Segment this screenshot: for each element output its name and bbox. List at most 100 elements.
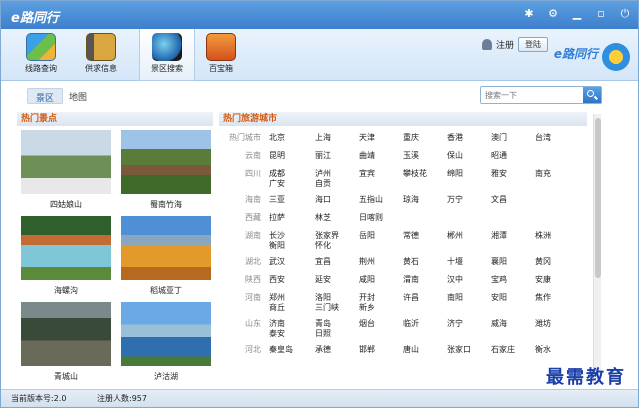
city-link[interactable]: 南充 — [535, 168, 551, 179]
city-link[interactable]: 玉溪 — [403, 150, 419, 161]
close-icon[interactable]: ⏻ — [618, 7, 632, 21]
city-link[interactable]: 汉中 — [447, 274, 463, 285]
tab-map[interactable]: 地图 — [61, 88, 95, 104]
city-link[interactable]: 西安 — [269, 274, 285, 285]
hot-spots-panel: 热门景点 四姑娘山 蜀南竹海 海螺沟 稻城亚丁 青城山 泸沽湖 — [17, 112, 213, 386]
city-link[interactable]: 临沂 — [403, 318, 419, 329]
city-link[interactable]: 五指山 — [359, 194, 383, 205]
city-link[interactable]: 林芝 — [315, 212, 331, 223]
spot-card[interactable]: 四姑娘山 — [21, 130, 111, 210]
city-link[interactable]: 三亚 — [269, 194, 285, 205]
vertical-scrollbar[interactable] — [593, 114, 601, 384]
city-link[interactable]: 宜宾 — [359, 168, 375, 179]
search-input[interactable] — [481, 87, 581, 103]
city-link[interactable]: 广安 — [269, 178, 285, 189]
spot-card[interactable]: 青城山 — [21, 302, 111, 382]
tool-scenic-search[interactable]: 景区搜索 — [139, 29, 195, 81]
spot-card[interactable]: 稻城亚丁 — [121, 216, 211, 296]
city-link[interactable]: 黄石 — [403, 256, 419, 267]
city-link[interactable]: 株洲 — [535, 230, 551, 241]
city-link[interactable]: 潍坊 — [535, 318, 551, 329]
city-link[interactable]: 昭通 — [491, 150, 507, 161]
city-link[interactable]: 宝鸡 — [491, 274, 507, 285]
city-link[interactable]: 宜昌 — [315, 256, 331, 267]
city-link[interactable]: 天津 — [359, 132, 375, 143]
city-link[interactable]: 万宁 — [447, 194, 463, 205]
province-label: 热门城市 — [229, 133, 261, 142]
city-link[interactable]: 商丘 — [269, 302, 285, 313]
city-link[interactable]: 绵阳 — [447, 168, 463, 179]
province-label: 湖北 — [245, 257, 261, 266]
scrollbar-thumb[interactable] — [595, 118, 601, 278]
city-link[interactable]: 琼海 — [403, 194, 419, 205]
city-link[interactable]: 威海 — [491, 318, 507, 329]
city-link[interactable]: 日喀则 — [359, 212, 383, 223]
pin-icon[interactable]: ✱ — [522, 7, 536, 21]
city-link[interactable]: 襄阳 — [491, 256, 507, 267]
city-link[interactable]: 延安 — [315, 274, 331, 285]
city-link[interactable]: 安阳 — [491, 292, 507, 303]
city-link[interactable]: 攀枝花 — [403, 168, 427, 179]
tab-scenic[interactable]: 景区 — [27, 88, 64, 104]
city-row: 四川 成都 泸州 宜宾 攀枝花 绵阳 雅安 南充 广安 自贡 — [219, 166, 587, 192]
city-link[interactable]: 渭南 — [403, 274, 419, 285]
city-link[interactable]: 三门峡 — [315, 302, 339, 313]
city-link[interactable]: 邯郸 — [359, 344, 375, 355]
city-link[interactable]: 唐山 — [403, 344, 419, 355]
city-link[interactable]: 湘潭 — [491, 230, 507, 241]
city-link[interactable]: 衡阳 — [269, 240, 285, 251]
city-link[interactable]: 秦皇岛 — [269, 344, 293, 355]
city-link[interactable]: 十堰 — [447, 256, 463, 267]
city-link[interactable]: 烟台 — [359, 318, 375, 329]
city-link[interactable]: 石家庄 — [491, 344, 515, 355]
city-link[interactable]: 重庆 — [403, 132, 419, 143]
city-link[interactable]: 拉萨 — [269, 212, 285, 223]
city-link[interactable]: 常德 — [403, 230, 419, 241]
search-button[interactable] — [583, 87, 601, 103]
city-link[interactable]: 保山 — [447, 150, 463, 161]
city-link[interactable]: 澳门 — [491, 132, 507, 143]
city-link[interactable]: 昆明 — [269, 150, 285, 161]
city-link[interactable]: 曲靖 — [359, 150, 375, 161]
city-link[interactable]: 荆州 — [359, 256, 375, 267]
city-link[interactable]: 焦作 — [535, 292, 551, 303]
city-link[interactable]: 上海 — [315, 132, 331, 143]
city-link[interactable]: 香港 — [447, 132, 463, 143]
city-link[interactable]: 安康 — [535, 274, 551, 285]
settings-icon[interactable]: ⚙ — [546, 7, 560, 21]
tool-treasure-box[interactable]: 百宝箱 — [193, 29, 249, 81]
city-link[interactable]: 郴州 — [447, 230, 463, 241]
city-link[interactable]: 咸阳 — [359, 274, 375, 285]
tool-supply-info[interactable]: 供求信息 — [73, 29, 129, 81]
city-link[interactable]: 日照 — [315, 328, 331, 339]
city-link[interactable]: 衡水 — [535, 344, 551, 355]
city-link[interactable]: 张家口 — [447, 344, 471, 355]
city-link[interactable]: 台湾 — [535, 132, 551, 143]
minimize-icon[interactable]: ▁ — [570, 7, 584, 21]
city-link[interactable]: 承德 — [315, 344, 331, 355]
city-link[interactable]: 北京 — [269, 132, 285, 143]
province-label: 山东 — [245, 319, 261, 328]
city-link[interactable]: 丽江 — [315, 150, 331, 161]
login-button[interactable]: 登陆 — [518, 37, 548, 52]
city-link[interactable]: 黄冈 — [535, 256, 551, 267]
tool-route-search[interactable]: 线路查询 — [13, 29, 69, 81]
spot-card[interactable]: 蜀南竹海 — [121, 130, 211, 210]
city-link[interactable]: 南阳 — [447, 292, 463, 303]
spot-card[interactable]: 海螺沟 — [21, 216, 111, 296]
register-link[interactable]: 注册 — [496, 38, 514, 51]
city-link[interactable]: 自贡 — [315, 178, 331, 189]
city-link[interactable]: 怀化 — [315, 240, 331, 251]
spot-photo — [21, 302, 111, 366]
city-link[interactable]: 岳阳 — [359, 230, 375, 241]
city-link[interactable]: 新乡 — [359, 302, 375, 313]
city-link[interactable]: 泰安 — [269, 328, 285, 339]
city-link[interactable]: 许昌 — [403, 292, 419, 303]
city-link[interactable]: 武汉 — [269, 256, 285, 267]
city-link[interactable]: 文昌 — [491, 194, 507, 205]
spot-card[interactable]: 泸沽湖 — [121, 302, 211, 382]
city-link[interactable]: 海口 — [315, 194, 331, 205]
city-link[interactable]: 济宁 — [447, 318, 463, 329]
city-link[interactable]: 雅安 — [491, 168, 507, 179]
maximize-icon[interactable]: ▫ — [594, 7, 608, 21]
